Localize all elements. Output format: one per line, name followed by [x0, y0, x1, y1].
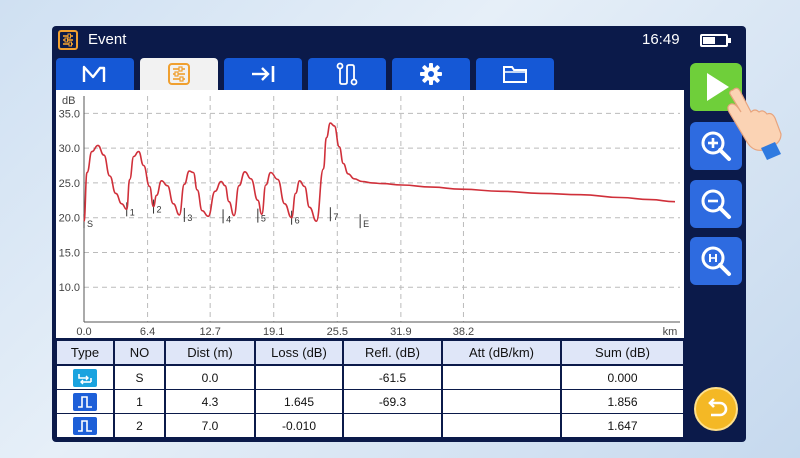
route-icon: [336, 62, 358, 86]
event-markers: S 1 2 3 4 5 6 7 E: [83, 199, 369, 229]
column-header: Type: [57, 341, 113, 364]
x-tick-label: 25.5: [327, 326, 348, 338]
event-refl: -69.3: [344, 390, 441, 413]
event-dist: 7.0: [166, 414, 254, 437]
grid: [84, 96, 680, 322]
gear-icon: [420, 63, 442, 85]
event-label: 4: [226, 214, 231, 224]
trace-icon: [82, 65, 106, 82]
tab-event[interactable]: [140, 58, 218, 90]
x-tick-label: 0.0: [76, 326, 91, 338]
event-dist: 0.0: [166, 366, 254, 389]
event-sum: 0.000: [562, 366, 683, 389]
event-sum: 1.647: [562, 414, 683, 437]
zoom-fit-button[interactable]: [690, 237, 742, 285]
event-no: S: [115, 366, 164, 389]
event-att: [443, 414, 560, 437]
event-label: 3: [187, 213, 192, 223]
event-label: 6: [295, 216, 300, 226]
x-tick-label: 19.1: [263, 326, 284, 338]
trace: [83, 122, 676, 223]
table-row[interactable]: S 0.0 -61.5 0.000: [56, 366, 684, 389]
y-axis-label: dB: [62, 95, 75, 107]
clock: 16:49: [642, 31, 680, 48]
event-loss: -0.010: [256, 414, 342, 437]
x-axis-unit: km: [663, 326, 678, 338]
event-table: Type NO Dist (m) Loss (dB) Refl. (dB) At…: [56, 340, 684, 438]
axes: 35.0 30.0 25.0 20.0 15.0 10.0 dB 0.0 6.4 12.7 19.1…: [59, 95, 680, 338]
tab-link[interactable]: [224, 58, 302, 90]
event-label: E: [363, 219, 369, 229]
column-header: Sum (dB): [562, 341, 683, 364]
y-tick-label: 10.0: [59, 282, 80, 294]
tab-settings[interactable]: [392, 58, 470, 90]
event-sum: 1.856: [562, 390, 683, 413]
event-loss: [256, 366, 342, 389]
x-tick-label: 12.7: [199, 326, 220, 338]
column-header: Dist (m): [166, 341, 254, 364]
back-icon: [708, 398, 728, 417]
table-row[interactable]: 2 7.0 -0.010 1.647: [56, 414, 684, 437]
event-att: [443, 366, 560, 389]
event-no: 2: [115, 414, 164, 437]
event-loss: 1.645: [256, 390, 342, 413]
zoom-out-icon: [701, 189, 731, 219]
column-header: Refl. (dB): [344, 341, 441, 364]
x-tick-label: 6.4: [140, 326, 155, 338]
y-tick-label: 25.0: [59, 178, 80, 190]
trace-line: [83, 122, 676, 223]
otdr-trace-chart[interactable]: 35.0 30.0 25.0 20.0 15.0 10.0 dB 0.0 6.4 12.7 19.1…: [56, 90, 684, 338]
reflective-event-icon: [73, 392, 97, 411]
event-refl: -61.5: [344, 366, 441, 389]
tab-files[interactable]: [476, 58, 554, 90]
start-event-icon: [73, 368, 97, 387]
tab-trace[interactable]: [56, 58, 134, 90]
event-att: [443, 390, 560, 413]
column-header: Loss (dB): [256, 341, 342, 364]
arrow-to-end-icon: [252, 66, 275, 82]
y-tick-label: 30.0: [59, 143, 80, 155]
column-header: Att (dB/km): [443, 341, 560, 364]
event-label: 1: [130, 207, 135, 217]
otdr-screen: Event 16:49 35.0 30.0 25.0 20.0 15.0 10.…: [52, 26, 746, 442]
event-label: 7: [333, 212, 338, 222]
column-header: NO: [115, 341, 164, 364]
table-header: Type NO Dist (m) Loss (dB) Refl. (dB) At…: [56, 341, 684, 364]
back-button[interactable]: [694, 387, 738, 431]
chart-svg: 35.0 30.0 25.0 20.0 15.0 10.0 dB 0.0 6.4 12.7 19.1…: [59, 95, 680, 338]
event-dist: 4.3: [166, 390, 254, 413]
event-no: 1: [115, 390, 164, 413]
y-tick-label: 35.0: [59, 108, 80, 120]
table-row[interactable]: 1 4.3 1.645 -69.3 1.856: [56, 390, 684, 413]
reflective-event-icon: [73, 416, 97, 435]
event-label: S: [87, 219, 93, 229]
tab-route[interactable]: [308, 58, 386, 90]
x-tick-label: 31.9: [390, 326, 411, 338]
zoom-fit-icon: [701, 246, 731, 276]
battery-icon: [700, 34, 731, 47]
event-label: 5: [261, 214, 266, 224]
title-bar: Event 16:49: [52, 26, 746, 54]
x-tick-label: 38.2: [453, 326, 474, 338]
hand-pointer-icon: [715, 82, 795, 162]
event-list-icon: [58, 30, 78, 50]
event-refl: [344, 414, 441, 437]
y-tick-label: 15.0: [59, 247, 80, 259]
event-list-icon: [168, 63, 190, 85]
page-title: Event: [88, 31, 127, 48]
folder-icon: [503, 66, 527, 83]
zoom-out-button[interactable]: [690, 180, 742, 228]
event-label: 2: [157, 205, 162, 215]
y-tick-label: 20.0: [59, 213, 80, 225]
